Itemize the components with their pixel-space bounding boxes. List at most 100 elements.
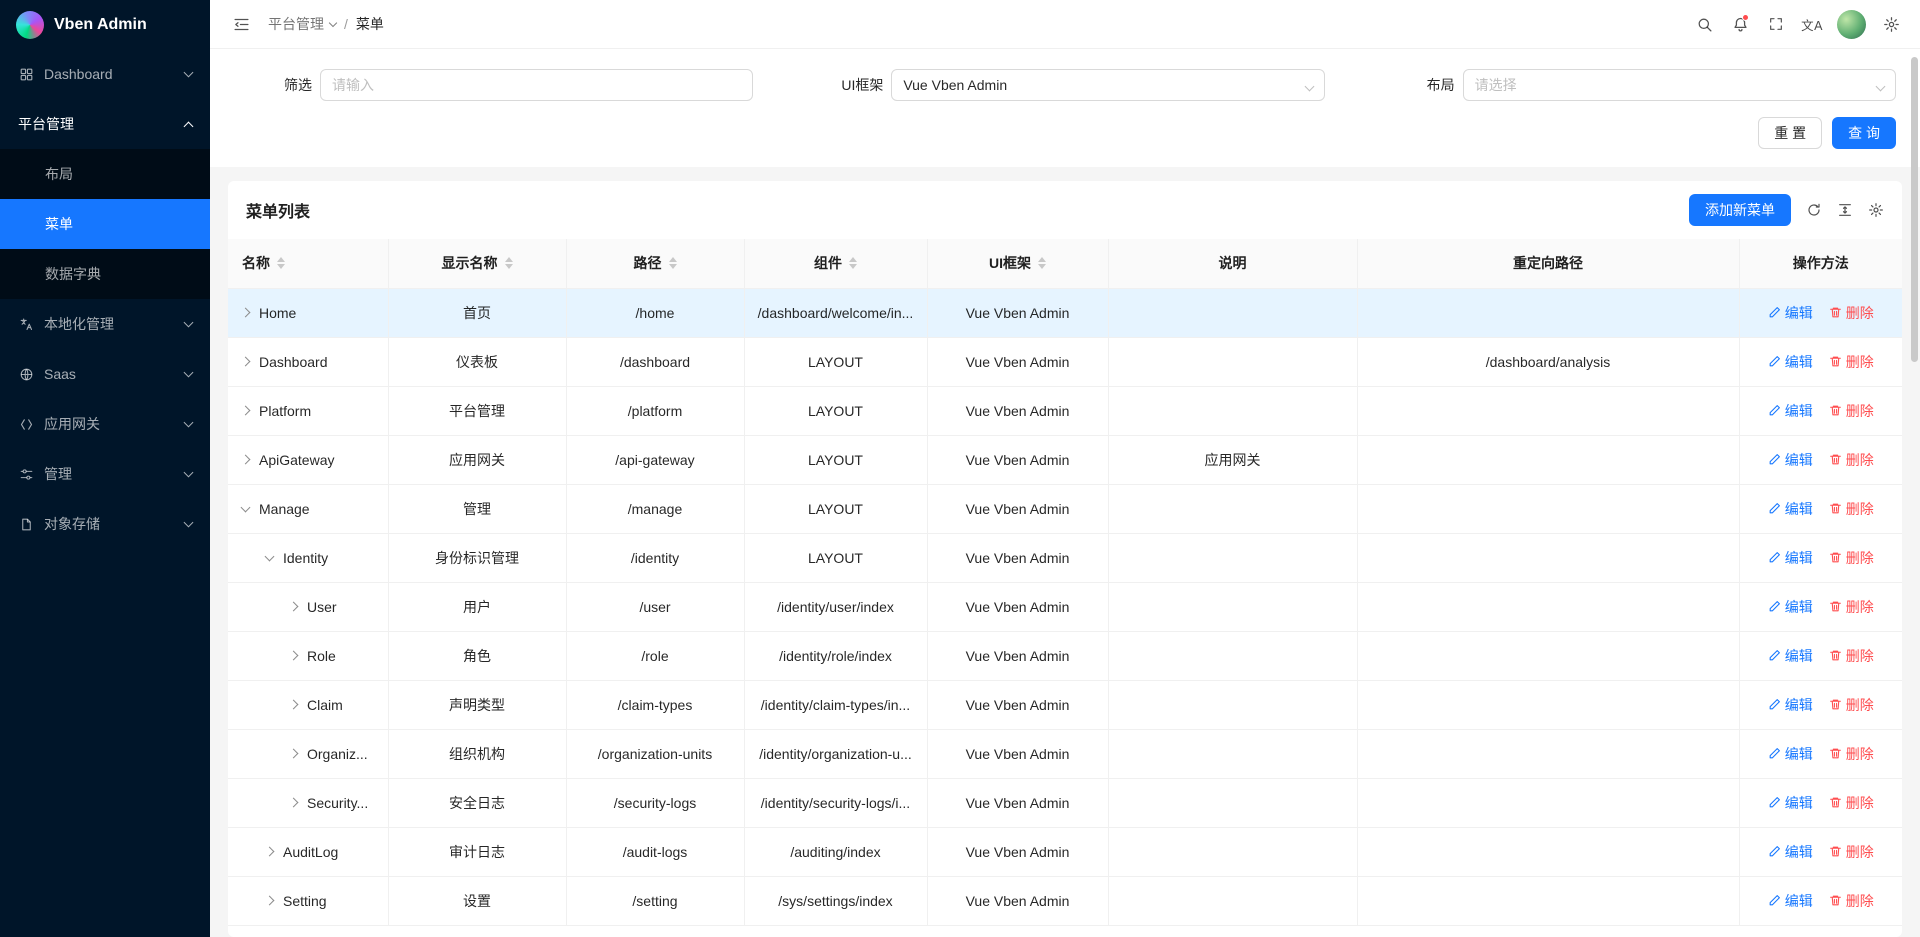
app-logo[interactable]: Vben Admin bbox=[0, 0, 210, 49]
refresh-icon[interactable] bbox=[1806, 202, 1822, 218]
cell-ui-framework: Vue Vben Admin bbox=[927, 876, 1108, 925]
delete-label: 删除 bbox=[1846, 401, 1874, 421]
edit-button[interactable]: 编辑 bbox=[1768, 548, 1813, 568]
cell-description bbox=[1108, 631, 1357, 680]
expand-row-icon[interactable] bbox=[241, 357, 251, 367]
edit-button[interactable]: 编辑 bbox=[1768, 352, 1813, 372]
collapse-row-icon[interactable] bbox=[241, 502, 251, 512]
reset-button[interactable]: 重 置 bbox=[1758, 117, 1822, 149]
cell-ui-framework: Vue Vben Admin bbox=[927, 827, 1108, 876]
sidebar-item-localization[interactable]: 本地化管理 bbox=[0, 299, 210, 349]
sidebar-item-app-gateway[interactable]: 应用网关 bbox=[0, 399, 210, 449]
table-row[interactable]: Identity身份标识管理/identityLAYOUTVue Vben Ad… bbox=[228, 533, 1902, 582]
column-settings-gear-icon[interactable] bbox=[1868, 202, 1884, 218]
column-header[interactable]: 名称 bbox=[228, 239, 388, 288]
main-area: 平台管理 / 菜单 文A bbox=[210, 0, 1920, 937]
expand-row-icon[interactable] bbox=[289, 602, 299, 612]
table-row[interactable]: AuditLog审计日志/audit-logs/auditing/indexVu… bbox=[228, 827, 1902, 876]
delete-button[interactable]: 删除 bbox=[1829, 891, 1874, 911]
table-row[interactable]: Security...安全日志/security-logs/identity/s… bbox=[228, 778, 1902, 827]
table-row[interactable]: Manage管理/manageLAYOUTVue Vben Admin编辑删除 bbox=[228, 484, 1902, 533]
delete-button[interactable]: 删除 bbox=[1829, 401, 1874, 421]
edit-button[interactable]: 编辑 bbox=[1768, 744, 1813, 764]
table-row[interactable]: Dashboard仪表板/dashboardLAYOUTVue Vben Adm… bbox=[228, 337, 1902, 386]
sidebar-item-platform-management[interactable]: 平台管理 bbox=[0, 99, 210, 149]
trash-icon bbox=[1829, 551, 1842, 564]
delete-button[interactable]: 删除 bbox=[1829, 499, 1874, 519]
expand-row-icon[interactable] bbox=[289, 651, 299, 661]
edit-button[interactable]: 编辑 bbox=[1768, 597, 1813, 617]
column-header[interactable]: UI框架 bbox=[927, 239, 1108, 288]
expand-row-icon[interactable] bbox=[265, 847, 275, 857]
edit-button[interactable]: 编辑 bbox=[1768, 695, 1813, 715]
sidebar-subitem-layout[interactable]: 布局 bbox=[0, 149, 210, 199]
expand-row-icon[interactable] bbox=[241, 406, 251, 416]
settings-button[interactable] bbox=[1874, 7, 1908, 41]
sidebar-item-manage[interactable]: 管理 bbox=[0, 449, 210, 499]
edit-button[interactable]: 编辑 bbox=[1768, 303, 1813, 323]
expand-row-icon[interactable] bbox=[265, 896, 275, 906]
delete-button[interactable]: 删除 bbox=[1829, 548, 1874, 568]
fullscreen-button[interactable] bbox=[1759, 7, 1793, 41]
delete-button[interactable]: 删除 bbox=[1829, 646, 1874, 666]
query-button[interactable]: 查 询 bbox=[1832, 117, 1896, 149]
search-button[interactable] bbox=[1687, 7, 1721, 41]
edit-button[interactable]: 编辑 bbox=[1768, 499, 1813, 519]
column-header[interactable]: 显示名称 bbox=[388, 239, 566, 288]
expand-row-icon[interactable] bbox=[241, 308, 251, 318]
cell-redirect bbox=[1357, 288, 1739, 337]
sidebar-item-saas[interactable]: Saas bbox=[0, 349, 210, 399]
cell-redirect bbox=[1357, 729, 1739, 778]
column-header[interactable]: 组件 bbox=[744, 239, 927, 288]
sidebar-item-object-storage[interactable]: 对象存储 bbox=[0, 499, 210, 549]
chevron-down-icon bbox=[184, 68, 194, 78]
edit-button[interactable]: 编辑 bbox=[1768, 450, 1813, 470]
table-row[interactable]: User用户/user/identity/user/indexVue Vben … bbox=[228, 582, 1902, 631]
delete-button[interactable]: 删除 bbox=[1829, 597, 1874, 617]
table-row[interactable]: Platform平台管理/platformLAYOUTVue Vben Admi… bbox=[228, 386, 1902, 435]
sidebar-subitem-data-dictionary[interactable]: 数据字典 bbox=[0, 249, 210, 299]
delete-button[interactable]: 删除 bbox=[1829, 352, 1874, 372]
table-row[interactable]: Role角色/role/identity/role/indexVue Vben … bbox=[228, 631, 1902, 680]
table-row[interactable]: Organiz...组织机构/organization-units/identi… bbox=[228, 729, 1902, 778]
pencil-icon bbox=[1768, 796, 1781, 809]
delete-button[interactable]: 删除 bbox=[1829, 793, 1874, 813]
edit-button[interactable]: 编辑 bbox=[1768, 891, 1813, 911]
ui-framework-select[interactable]: Vue Vben Admin bbox=[891, 69, 1324, 101]
edit-button[interactable]: 编辑 bbox=[1768, 793, 1813, 813]
breadcrumb-section[interactable]: 平台管理 bbox=[268, 14, 336, 34]
filter-keyword-input[interactable] bbox=[320, 69, 753, 101]
expand-row-icon[interactable] bbox=[241, 455, 251, 465]
expand-row-icon[interactable] bbox=[289, 798, 299, 808]
edit-button[interactable]: 编辑 bbox=[1768, 401, 1813, 421]
table-row[interactable]: Setting设置/setting/sys/settings/indexVue … bbox=[228, 876, 1902, 925]
menu-name: Security... bbox=[307, 795, 368, 811]
sidebar-fold-button[interactable] bbox=[224, 7, 258, 41]
add-menu-button[interactable]: 添加新菜单 bbox=[1689, 194, 1791, 226]
cell-display-name: 身份标识管理 bbox=[388, 533, 566, 582]
delete-button[interactable]: 删除 bbox=[1829, 450, 1874, 470]
delete-label: 删除 bbox=[1846, 891, 1874, 911]
column-header[interactable]: 路径 bbox=[566, 239, 744, 288]
delete-button[interactable]: 删除 bbox=[1829, 744, 1874, 764]
platform-submenu: 布局 菜单 数据字典 bbox=[0, 149, 210, 299]
delete-button[interactable]: 删除 bbox=[1829, 842, 1874, 862]
collapse-row-icon[interactable] bbox=[265, 551, 275, 561]
table-row[interactable]: Claim声明类型/claim-types/identity/claim-typ… bbox=[228, 680, 1902, 729]
page-scrollbar[interactable] bbox=[1911, 57, 1918, 362]
expand-row-icon[interactable] bbox=[289, 700, 299, 710]
sidebar-item-dashboard[interactable]: Dashboard bbox=[0, 49, 210, 99]
table-row[interactable]: ApiGateway应用网关/api-gatewayLAYOUTVue Vben… bbox=[228, 435, 1902, 484]
table-row[interactable]: Home首页/home/dashboard/welcome/in...Vue V… bbox=[228, 288, 1902, 337]
notification-button[interactable] bbox=[1723, 7, 1757, 41]
delete-button[interactable]: 删除 bbox=[1829, 695, 1874, 715]
layout-select[interactable]: 请选择 bbox=[1463, 69, 1896, 101]
expand-row-icon[interactable] bbox=[289, 749, 299, 759]
row-height-icon[interactable] bbox=[1837, 202, 1853, 218]
avatar[interactable] bbox=[1837, 10, 1866, 39]
edit-button[interactable]: 编辑 bbox=[1768, 646, 1813, 666]
language-button[interactable]: 文A bbox=[1795, 7, 1829, 41]
sidebar-subitem-menu[interactable]: 菜单 bbox=[0, 199, 210, 249]
edit-button[interactable]: 编辑 bbox=[1768, 842, 1813, 862]
delete-button[interactable]: 删除 bbox=[1829, 303, 1874, 323]
